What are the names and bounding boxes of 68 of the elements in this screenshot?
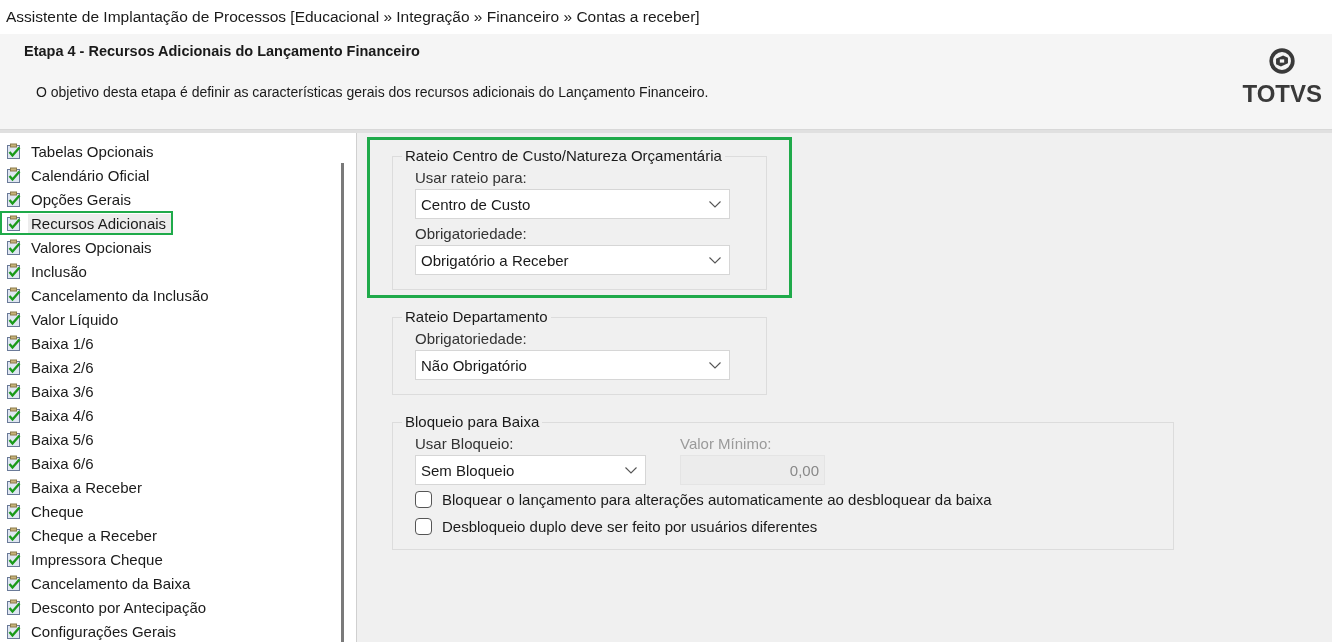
checkbox[interactable]	[415, 518, 432, 535]
step-item[interactable]: Desconto por Antecipação	[0, 595, 214, 619]
checked-clipboard-icon	[6, 431, 22, 447]
checked-clipboard-icon	[6, 575, 22, 591]
window-title: Assistente de Implantação de Processos [Educacional » Integração » Financeiro » Contas a receber]	[6, 8, 700, 26]
step-item[interactable]: Cheque	[0, 499, 91, 523]
logo-text: TOTVS	[1242, 80, 1322, 108]
checked-clipboard-icon	[6, 335, 22, 351]
step-item[interactable]: Calendário Oficial	[0, 163, 157, 187]
checked-clipboard-icon	[6, 239, 22, 255]
checked-clipboard-icon	[6, 287, 22, 303]
checked-clipboard-icon	[6, 503, 22, 519]
group-title: Bloqueio para Baixa	[402, 413, 543, 430]
checked-clipboard-icon	[6, 407, 22, 423]
group-title: Rateio Departamento	[402, 308, 551, 325]
checked-clipboard-icon	[6, 215, 22, 231]
step-item[interactable]: Baixa 2/6	[0, 355, 101, 379]
checked-clipboard-icon	[6, 551, 22, 567]
step-item[interactable]: Baixa 4/6	[0, 403, 101, 427]
step-item[interactable]: Impressora Cheque	[0, 547, 170, 571]
step-item[interactable]: Recursos Adicionais	[0, 211, 174, 235]
checkbox-label: Desbloqueio duplo deve ser feito por usuários diferentes	[442, 518, 818, 535]
checked-clipboard-icon	[6, 527, 22, 543]
checked-clipboard-icon	[6, 167, 22, 183]
step-title: Etapa 4 - Recursos Adicionais do Lançamento Financeiro	[24, 43, 421, 59]
step-item[interactable]: Baixa a Receber	[0, 475, 149, 499]
dropdown[interactable]: Obrigatório a Receber	[415, 245, 730, 275]
checked-clipboard-icon	[6, 623, 22, 639]
step-item[interactable]: Tabelas Opcionais	[0, 139, 161, 163]
step-item[interactable]: Opções Gerais	[0, 187, 139, 211]
checked-clipboard-icon	[6, 599, 22, 615]
step-item[interactable]: Valor Líquido	[0, 307, 126, 331]
checked-clipboard-icon	[6, 263, 22, 279]
field-label: Obrigatoriedade:	[415, 330, 528, 347]
checked-clipboard-icon	[6, 383, 22, 399]
step-item[interactable]: Baixa 5/6	[0, 427, 101, 451]
step-item[interactable]: Baixa 1/6	[0, 331, 101, 355]
checked-clipboard-icon	[6, 191, 22, 207]
scrollbar[interactable]	[341, 163, 344, 642]
checked-clipboard-icon	[6, 479, 22, 495]
dropdown[interactable]: Sem Bloqueio	[415, 455, 646, 485]
checked-clipboard-icon	[6, 359, 22, 375]
step-item[interactable]: Baixa 3/6	[0, 379, 101, 403]
checkbox-label: Bloquear o lançamento para alterações automaticamente ao desbloquear da baixa	[442, 491, 992, 508]
field-label: Usar Bloqueio:	[415, 435, 515, 452]
checkbox[interactable]	[415, 491, 432, 508]
field-label: Usar rateio para:	[415, 169, 528, 186]
step-item[interactable]: Cancelamento da Inclusão	[0, 283, 216, 307]
step-item[interactable]: Inclusão	[0, 259, 94, 283]
field-label: Valor Mínimo:	[680, 435, 773, 452]
step-item[interactable]: Baixa 6/6	[0, 451, 101, 475]
chevron-down-icon	[709, 256, 721, 264]
checked-clipboard-icon	[6, 143, 22, 159]
dropdown[interactable]: Não Obrigatório	[415, 350, 730, 380]
step-item[interactable]: Cancelamento da Baixa	[0, 571, 198, 595]
logo-icon	[1269, 48, 1296, 74]
step-description: O objetivo desta etapa é definir as características gerais dos recursos adicionais do Lançamento Financeiro.	[35, 84, 709, 100]
field-label: Obrigatoriedade:	[415, 225, 528, 242]
checked-clipboard-icon	[6, 311, 22, 327]
chevron-down-icon	[625, 466, 637, 474]
chevron-down-icon	[709, 361, 721, 369]
checked-clipboard-icon	[6, 455, 22, 471]
step-item[interactable]: Valores Opcionais	[0, 235, 159, 259]
step-item[interactable]: Cheque a Receber	[0, 523, 164, 547]
group-title: Rateio Centro de Custo/Natureza Orçamentária	[402, 147, 725, 164]
chevron-down-icon	[709, 200, 721, 208]
dropdown[interactable]: Centro de Custo	[415, 189, 730, 219]
step-item[interactable]: Configurações Gerais	[0, 619, 184, 642]
